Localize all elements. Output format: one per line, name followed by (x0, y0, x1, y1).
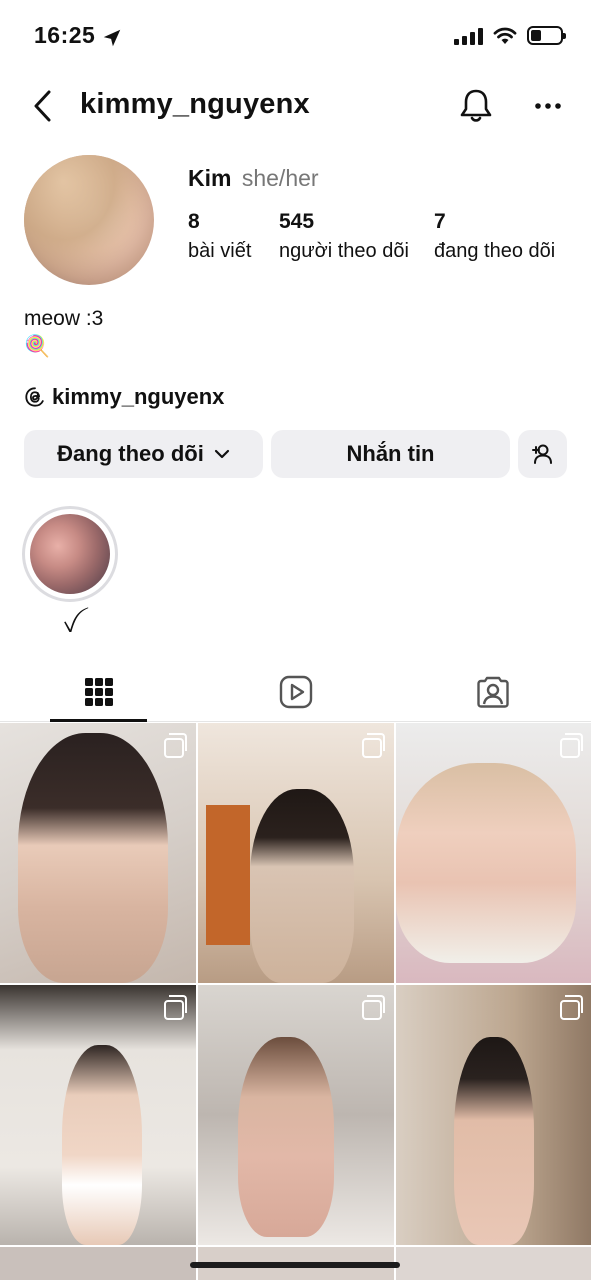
cellular-signal-icon (454, 27, 483, 45)
avatar-image (24, 155, 154, 285)
bio-text: meow :3 (24, 307, 104, 330)
post-thumbnail[interactable] (396, 1247, 591, 1280)
home-indicator[interactable] (190, 1262, 400, 1268)
stat-following[interactable]: 7 đang theo dõi (434, 210, 555, 263)
display-name: Kim she/her (188, 165, 319, 192)
profile-bio: meow :3 🍭 (24, 305, 103, 361)
post-image (250, 789, 354, 983)
multiple-photos-icon (362, 995, 385, 1020)
post-image (238, 1037, 334, 1237)
highlight-cover-image (30, 514, 110, 594)
following-button[interactable]: Đang theo dõi (24, 430, 263, 478)
multiple-photos-icon (164, 733, 187, 758)
post-thumbnail[interactable] (0, 723, 196, 983)
tagged-icon (476, 676, 509, 708)
story-highlight[interactable] (22, 506, 118, 602)
grid-icon (84, 678, 113, 706)
stat-value: 8 (188, 210, 200, 233)
tab-grid[interactable] (0, 662, 197, 722)
battery-fill (531, 30, 541, 41)
more-options-button[interactable] (528, 86, 568, 126)
reels-icon (279, 675, 312, 709)
post-image (62, 1045, 142, 1245)
wifi-icon (493, 27, 517, 44)
multiple-photos-icon (560, 733, 583, 758)
post-thumbnail[interactable] (198, 985, 394, 1245)
tab-tagged[interactable] (394, 662, 591, 722)
status-indicators (454, 26, 566, 45)
stat-label: bài viết (188, 240, 252, 262)
status-time: 16:25 (34, 22, 96, 48)
stat-value: 545 (279, 210, 315, 233)
location-arrow-icon (103, 29, 121, 47)
threads-icon (25, 387, 44, 407)
message-button-label: Nhắn tin (346, 441, 435, 466)
profile-header: kimmy_nguyenx (0, 78, 591, 134)
profile-avatar[interactable] (24, 155, 154, 285)
post-image (18, 733, 168, 983)
notifications-button[interactable] (456, 86, 496, 126)
active-tab-indicator (50, 719, 147, 722)
profile-tabs (0, 662, 591, 722)
battery-icon (527, 26, 566, 45)
bio-emoji: 🍭 (24, 335, 51, 358)
multiple-photos-icon (560, 995, 583, 1020)
chevron-down-icon (214, 449, 229, 459)
post-image-door (206, 805, 250, 945)
threads-link[interactable]: kimmy_nguyenx (24, 384, 224, 410)
back-button[interactable] (24, 86, 60, 126)
multiple-photos-icon (164, 995, 187, 1020)
stat-posts[interactable]: 8 bài viết (188, 210, 251, 263)
post-thumbnail[interactable] (396, 723, 591, 983)
tab-reels[interactable] (197, 662, 394, 722)
add-person-icon (531, 444, 552, 464)
post-image (396, 763, 576, 963)
multiple-photos-icon (362, 733, 385, 758)
post-thumbnail[interactable] (0, 985, 196, 1245)
suggested-accounts-button[interactable] (518, 430, 567, 478)
profile-name: Kim (188, 165, 232, 191)
stat-label: người theo dõi (279, 240, 409, 262)
page-title-username: kimmy_nguyenx (80, 88, 310, 120)
stat-value: 7 (434, 210, 446, 233)
ellipsis-icon (535, 103, 561, 109)
status-bar: 16:25 (0, 0, 591, 76)
chevron-left-icon (34, 90, 51, 122)
bell-icon (460, 89, 492, 122)
post-thumbnail[interactable] (198, 723, 394, 983)
following-button-label: Đang theo dõi (57, 441, 204, 466)
post-image (454, 1037, 534, 1245)
highlight-label: ꪜ (63, 615, 77, 637)
post-thumbnail[interactable] (0, 1247, 196, 1280)
profile-pronouns: she/her (241, 165, 319, 191)
message-button[interactable]: Nhắn tin (271, 430, 510, 478)
threads-handle: kimmy_nguyenx (52, 384, 225, 409)
stat-followers[interactable]: 545 người theo dõi (279, 210, 409, 263)
stat-label: đang theo dõi (434, 240, 556, 262)
post-thumbnail[interactable] (396, 985, 591, 1245)
